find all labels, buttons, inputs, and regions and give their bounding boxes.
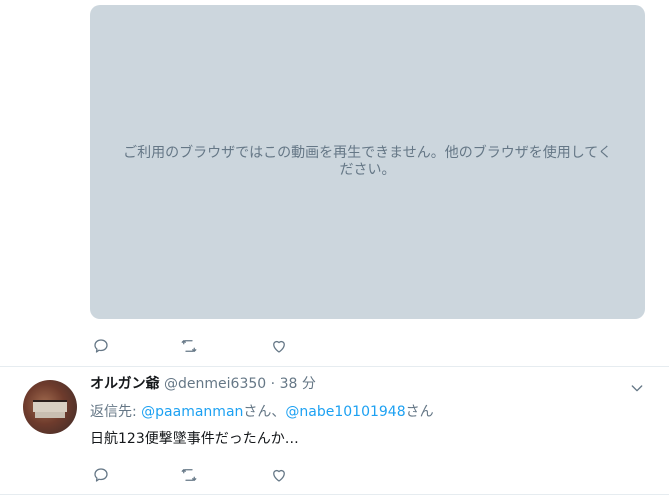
tweet-menu-button[interactable] — [627, 378, 647, 398]
reply-icon[interactable] — [90, 335, 112, 357]
chevron-down-icon — [631, 385, 643, 392]
tweet-text: 日航123便撃墜事件だったんか… — [90, 431, 299, 447]
tweet-actions — [90, 464, 390, 486]
video-player[interactable]: ご利用のブラウザではこの動画を再生できません。他のブラウザを使用してください。 — [90, 5, 645, 319]
user-handle[interactable]: @denmei6350 — [164, 376, 266, 392]
mention-link-2[interactable]: @nabe10101948 — [285, 404, 405, 420]
reply-icon[interactable] — [90, 464, 112, 486]
reply-prefix: 返信先: — [90, 404, 142, 420]
tweet-actions — [90, 335, 390, 357]
separator-dot: · — [270, 376, 276, 392]
mention-suffix-1: さん、 — [243, 404, 286, 420]
tweet-divider — [0, 494, 669, 495]
reply-context: 返信先: @paamanmanさん、@nabe10101948さん — [90, 403, 434, 421]
like-icon[interactable] — [268, 464, 290, 486]
tweet-divider — [0, 366, 669, 367]
avatar-organ-keys-lower — [35, 412, 65, 418]
like-icon[interactable] — [268, 335, 290, 357]
timestamp[interactable]: 38 分 — [280, 376, 316, 392]
mention-suffix-2: さん — [405, 404, 434, 420]
video-unsupported-message: ご利用のブラウザではこの動画を再生できません。他のブラウザを使用してください。 — [123, 145, 612, 178]
avatar-organ-keys — [33, 400, 67, 412]
display-name[interactable]: オルガン爺 — [90, 376, 160, 392]
retweet-icon[interactable] — [178, 464, 200, 486]
mention-link-1[interactable]: @paamanman — [141, 404, 243, 420]
retweet-icon[interactable] — [178, 335, 200, 357]
avatar[interactable] — [23, 380, 77, 434]
tweet-header: オルガン爺 @denmei6350 · 38 分 — [90, 375, 316, 393]
